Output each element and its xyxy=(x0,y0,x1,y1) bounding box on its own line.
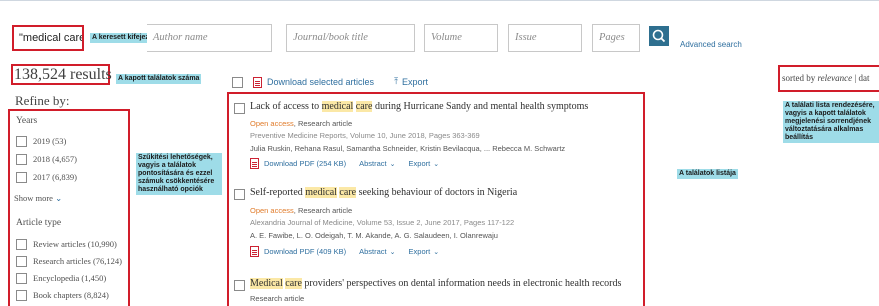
keywords-field[interactable]: "medical care" xyxy=(12,25,84,51)
results-count: 138,524 results xyxy=(14,66,112,83)
annotation-refine: Szűkítési lehetőségek, vagyis a találato… xyxy=(136,153,222,195)
chevron-down-icon: ⌄ xyxy=(433,248,440,256)
results-toolbar: Download selected articles ⤒ Export xyxy=(232,75,428,89)
download-pdf-link[interactable]: Download PDF (254 KB) xyxy=(264,159,346,168)
select-all-checkbox[interactable] xyxy=(232,76,243,88)
result-authors: A. E. Fawibe, L. O. Odeigah, T. M. Akand… xyxy=(250,231,498,240)
pages-field[interactable]: Pages xyxy=(592,24,640,52)
facet-label: 2018 (4,657) xyxy=(33,154,77,164)
export-icon: ⤒ xyxy=(394,77,399,87)
result-checkbox[interactable] xyxy=(234,189,245,200)
result-type: Research article xyxy=(250,294,305,303)
result-actions: Download PDF (409 KB) Abstract ⌄ Export ⌄ xyxy=(250,246,439,257)
type-book-chapters-checkbox[interactable]: Book chapters (8,824) xyxy=(16,288,109,302)
pdf-icon xyxy=(250,158,259,169)
annotation-count: A kapott találatok száma xyxy=(116,74,202,84)
result-source: Preventive Medicine Reports, Volume 10, … xyxy=(250,131,480,140)
checkbox[interactable] xyxy=(16,171,27,183)
sort-control[interactable]: sorted by relevance | dat xyxy=(782,73,869,83)
result-checkbox[interactable] xyxy=(234,280,245,291)
export-link[interactable]: Export xyxy=(402,77,428,87)
result-title-link[interactable]: Self-reported medical care seeking behav… xyxy=(250,187,517,198)
search-button[interactable] xyxy=(649,26,669,46)
result-item: Medical care providers' perspectives on … xyxy=(234,277,640,306)
refine-heading: Refine by: xyxy=(15,93,70,108)
result-checkbox[interactable] xyxy=(234,103,245,114)
abstract-toggle[interactable]: Abstract ⌄ xyxy=(359,247,395,256)
abstract-toggle[interactable]: Abstract ⌄ xyxy=(359,159,395,168)
export-toggle[interactable]: Export ⌄ xyxy=(409,159,440,168)
chevron-down-icon: ⌄ xyxy=(389,160,396,168)
result-authors: Julia Ruskin, Rehana Rasul, Samantha Sch… xyxy=(250,144,566,153)
result-access-type: Open access, Research article xyxy=(250,119,353,128)
annotation-sort: A találati lista rendezésére, vagyis a k… xyxy=(783,101,879,143)
checkbox[interactable] xyxy=(16,289,27,301)
facet-label: 2019 (53) xyxy=(33,136,67,146)
checkbox[interactable] xyxy=(16,135,27,147)
facet-label: Encyclopedia (1,450) xyxy=(33,273,107,283)
chevron-down-icon: ⌄ xyxy=(389,248,396,256)
type-review-checkbox[interactable]: Review articles (10,990) xyxy=(16,237,117,251)
sort-label: sorted by xyxy=(782,73,816,83)
download-selected-link[interactable]: Download selected articles xyxy=(267,77,374,87)
year-2018-checkbox[interactable]: 2018 (4,657) xyxy=(16,152,77,166)
issue-field[interactable]: Issue xyxy=(508,24,582,52)
type-research-checkbox[interactable]: Research articles (76,124) xyxy=(16,254,122,268)
result-title-link[interactable]: Lack of access to medical care during Hu… xyxy=(250,101,588,112)
advanced-search-link[interactable]: Advanced search xyxy=(680,40,742,49)
result-item: Lack of access to medical care during Hu… xyxy=(234,100,640,186)
type-encyclopedia-checkbox[interactable]: Encyclopedia (1,450) xyxy=(16,271,106,285)
checkbox[interactable] xyxy=(16,255,27,267)
annotation-list: A találatok listája xyxy=(677,169,738,179)
pdf-icon xyxy=(250,246,259,257)
facet-label: Book chapters (8,824) xyxy=(33,290,109,300)
result-title-link[interactable]: Medical care providers' perspectives on … xyxy=(250,278,621,289)
journal-field[interactable]: Journal/book title xyxy=(286,24,415,52)
result-item: Self-reported medical care seeking behav… xyxy=(234,186,640,272)
download-pdf-link[interactable]: Download PDF (409 KB) xyxy=(264,247,346,256)
article-type-title: Article type xyxy=(16,218,62,228)
sort-date-option[interactable]: dat xyxy=(858,73,869,83)
facet-label: 2017 (6,839) xyxy=(33,172,77,182)
show-more-label: Show more xyxy=(14,193,53,203)
facet-label: Research articles (76,124) xyxy=(33,256,122,266)
year-2017-checkbox[interactable]: 2017 (6,839) xyxy=(16,170,77,184)
checkbox[interactable] xyxy=(16,272,27,284)
result-source: Alexandria Journal of Medicine, Volume 5… xyxy=(250,218,515,227)
result-actions: Download PDF (254 KB) Abstract ⌄ Export ⌄ xyxy=(250,158,439,169)
chevron-down-icon: ⌄ xyxy=(433,160,440,168)
chevron-down-icon: ⌄ xyxy=(55,194,63,204)
sort-value[interactable]: relevance xyxy=(818,73,853,83)
checkbox[interactable] xyxy=(16,238,27,250)
years-title: Years xyxy=(16,116,38,126)
facet-label: Review articles (10,990) xyxy=(33,239,117,249)
volume-field[interactable]: Volume xyxy=(424,24,498,52)
result-access-type: Open access, Research article xyxy=(250,206,353,215)
export-toggle[interactable]: Export ⌄ xyxy=(409,247,440,256)
show-more-link[interactable]: Show more ⌄ xyxy=(14,193,62,204)
year-2019-checkbox[interactable]: 2019 (53) xyxy=(16,134,66,148)
search-icon xyxy=(652,29,666,43)
checkbox[interactable] xyxy=(16,153,27,165)
search-bar: "medical care" A keresett kifejezés Auth… xyxy=(0,0,879,58)
pdf-icon xyxy=(253,76,262,88)
author-field[interactable]: Author name xyxy=(147,24,272,52)
